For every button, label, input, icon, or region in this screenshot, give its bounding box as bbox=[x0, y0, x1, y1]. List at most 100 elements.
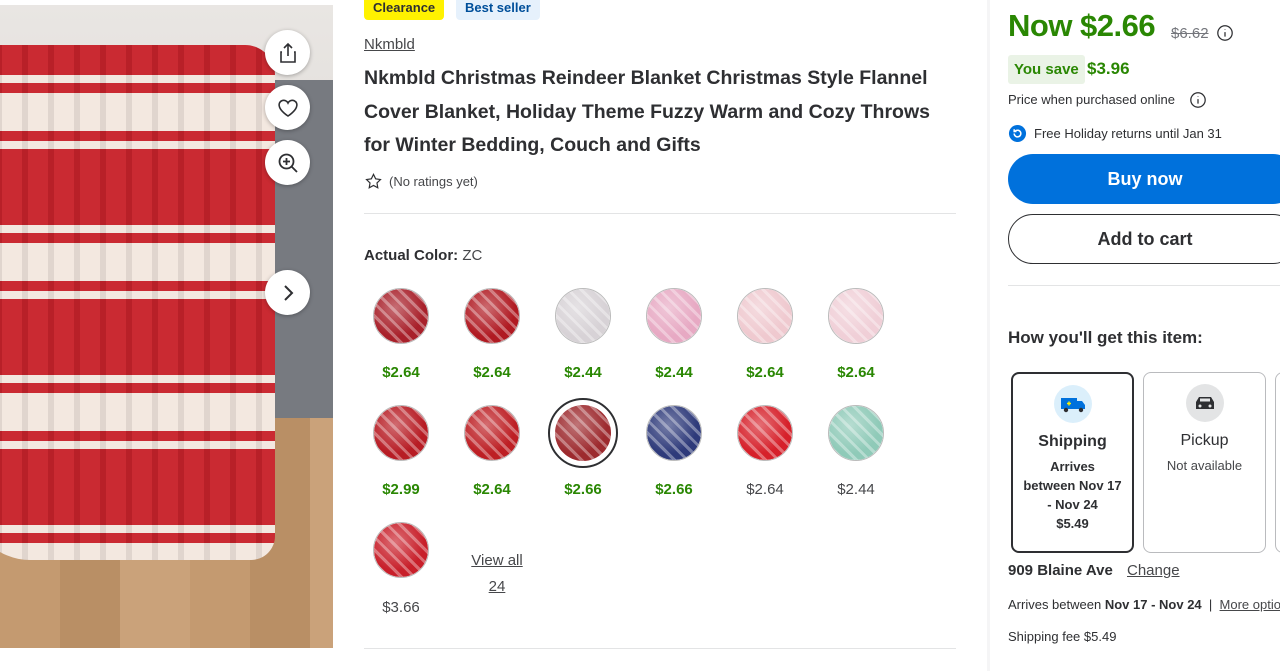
star-icon bbox=[365, 173, 382, 189]
color-swatch[interactable] bbox=[548, 398, 618, 468]
blanket-image bbox=[0, 45, 275, 560]
free-returns-text: Free Holiday returns until Jan 31 bbox=[1034, 126, 1222, 141]
swatch-price: $2.64 bbox=[473, 481, 511, 498]
swatch-price: $2.44 bbox=[655, 364, 693, 381]
delivery-address: 909 Blaine Ave bbox=[1008, 562, 1113, 579]
swatch-price: $2.66 bbox=[564, 481, 602, 498]
swatch-image bbox=[465, 289, 519, 343]
color-swatch[interactable] bbox=[373, 405, 429, 461]
shipping-icon-wrap bbox=[1053, 385, 1092, 423]
free-returns: Free Holiday returns until Jan 31 bbox=[1008, 124, 1222, 143]
swatch-price: $2.64 bbox=[473, 364, 511, 381]
swatch-image bbox=[738, 406, 792, 460]
swatch-price: $2.64 bbox=[837, 364, 875, 381]
shipping-price: $5.49 bbox=[1056, 516, 1089, 531]
info-icon[interactable] bbox=[1216, 24, 1234, 42]
best-seller-badge: Best seller bbox=[456, 0, 540, 20]
swatch-image bbox=[374, 406, 428, 460]
rating-text: (No ratings yet) bbox=[389, 174, 478, 189]
add-to-cart-button[interactable]: Add to cart bbox=[1008, 214, 1280, 264]
arrival-prefix: Arrives between bbox=[1008, 597, 1102, 612]
divider bbox=[1008, 285, 1280, 286]
swatch-image bbox=[374, 289, 428, 343]
arrival-info: Arrives between Nov 17 - Nov 24 | More o… bbox=[1008, 597, 1280, 612]
pickup-status: Not available bbox=[1166, 458, 1243, 473]
swatch-image bbox=[738, 289, 792, 343]
divider bbox=[364, 213, 956, 214]
swatch-image bbox=[647, 406, 701, 460]
view-all-label: View all bbox=[471, 552, 523, 569]
color-label-key: Actual Color: bbox=[364, 247, 459, 264]
swatch-image bbox=[829, 406, 883, 460]
color-swatch[interactable] bbox=[828, 288, 884, 344]
swatch-price: $2.64 bbox=[382, 364, 420, 381]
swatch-price: $3.66 bbox=[382, 599, 420, 616]
color-swatch[interactable] bbox=[555, 288, 611, 344]
zoom-button[interactable] bbox=[265, 140, 310, 185]
next-image-button[interactable] bbox=[265, 270, 310, 315]
pickup-icon-wrap bbox=[1185, 384, 1224, 422]
you-save-label: You save bbox=[1008, 55, 1085, 84]
info-icon[interactable] bbox=[1189, 91, 1207, 109]
share-icon bbox=[279, 42, 296, 63]
online-price-note: Price when purchased online bbox=[1008, 92, 1175, 107]
pickup-option[interactable]: Pickup Not available bbox=[1143, 372, 1266, 553]
rating[interactable]: (No ratings yet) bbox=[364, 172, 478, 191]
arrival-dates: Nov 17 - Nov 24 bbox=[1104, 597, 1202, 612]
color-swatch[interactable] bbox=[464, 288, 520, 344]
pickup-option-name: Pickup bbox=[1180, 432, 1229, 449]
product-title: Nkmbld Christmas Reindeer Blanket Christ… bbox=[364, 67, 930, 156]
shipping-option-details: Arrives between Nov 17 - Nov 24 $5.49 bbox=[1013, 457, 1132, 533]
heart-icon bbox=[277, 99, 298, 117]
swatch-price: $2.64 bbox=[746, 481, 784, 498]
truck-icon bbox=[1060, 398, 1085, 413]
buy-now-button[interactable]: Buy now bbox=[1008, 154, 1280, 204]
swatch-image bbox=[556, 289, 610, 343]
color-swatch[interactable] bbox=[828, 405, 884, 461]
view-all-count: 24 bbox=[488, 578, 506, 595]
brand-link[interactable]: Nkmbld bbox=[364, 36, 415, 53]
color-label: Actual Color: ZC bbox=[364, 247, 482, 264]
more-options-link[interactable]: More options bbox=[1220, 597, 1280, 612]
change-address-link[interactable]: Change bbox=[1127, 562, 1180, 579]
clearance-badge: Clearance bbox=[364, 0, 445, 20]
color-swatch[interactable] bbox=[646, 405, 702, 461]
share-button[interactable] bbox=[265, 30, 310, 75]
swatch-price: $2.44 bbox=[564, 364, 602, 381]
shipping-fee: Shipping fee $5.49 bbox=[1008, 629, 1117, 644]
was-price: $6.62 bbox=[1171, 25, 1209, 42]
fulfillment-heading: How you'll get this item: bbox=[1008, 328, 1203, 347]
swatch-image bbox=[374, 523, 428, 577]
color-label-value: ZC bbox=[462, 247, 483, 264]
swatch-image bbox=[465, 406, 519, 460]
delivery-option[interactable] bbox=[1275, 372, 1280, 553]
chevron-right-icon bbox=[283, 284, 293, 301]
divider bbox=[364, 648, 956, 649]
swatch-price: $2.44 bbox=[837, 481, 875, 498]
swatch-price: $2.64 bbox=[746, 364, 784, 381]
color-swatch[interactable] bbox=[737, 288, 793, 344]
shipping-date-start: between Nov 17 bbox=[1023, 478, 1122, 493]
separator: | bbox=[1205, 597, 1216, 612]
color-swatch[interactable] bbox=[373, 522, 429, 578]
swatch-image bbox=[555, 405, 611, 461]
color-swatch[interactable] bbox=[464, 405, 520, 461]
zoom-in-icon bbox=[278, 153, 298, 173]
shipping-arrives-label: Arrives bbox=[1050, 459, 1095, 474]
return-icon bbox=[1008, 124, 1027, 143]
view-all-variants-link[interactable]: View all 24 bbox=[462, 548, 532, 600]
swatch-image bbox=[829, 289, 883, 343]
swatch-price: $2.66 bbox=[655, 481, 693, 498]
current-price: Now $2.66 bbox=[1008, 8, 1156, 43]
shipping-option-name: Shipping bbox=[1038, 433, 1107, 450]
color-swatch[interactable] bbox=[373, 288, 429, 344]
swatch-image bbox=[647, 289, 701, 343]
car-icon bbox=[1195, 397, 1214, 409]
swatch-price: $2.99 bbox=[382, 481, 420, 498]
color-swatch[interactable] bbox=[646, 288, 702, 344]
color-swatch[interactable] bbox=[737, 405, 793, 461]
favorite-button[interactable] bbox=[265, 85, 310, 130]
shipping-option[interactable]: Shipping Arrives between Nov 17 - Nov 24… bbox=[1011, 372, 1134, 553]
shipping-date-end: - Nov 24 bbox=[1047, 497, 1098, 512]
you-save-amount: $3.96 bbox=[1087, 59, 1130, 78]
